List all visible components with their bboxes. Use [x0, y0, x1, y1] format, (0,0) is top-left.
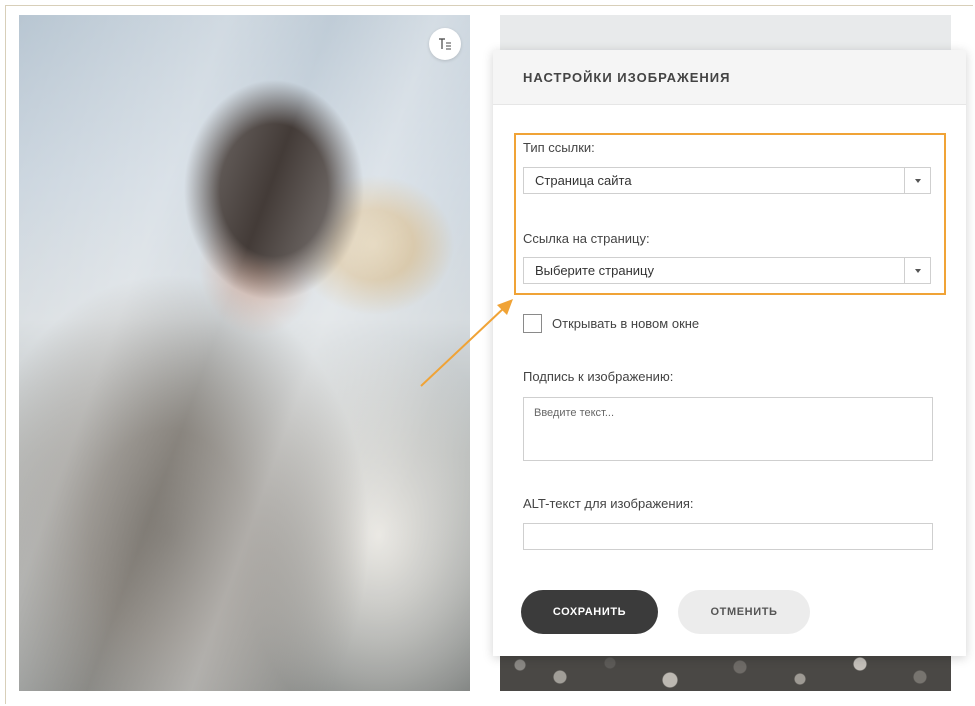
arrow-icon [420, 299, 513, 387]
caption-label: Подпись к изображению: [523, 369, 674, 384]
caption-textarea[interactable]: Введите текст... [523, 397, 933, 461]
text-settings-icon [439, 38, 451, 50]
image-settings-toggle[interactable] [429, 28, 461, 60]
new-window-checkbox[interactable] [523, 314, 542, 333]
alt-text-input[interactable] [523, 523, 933, 550]
new-window-label: Открывать в новом окне [552, 316, 700, 331]
photo-veil-overlay [19, 15, 470, 691]
caption-placeholder: Введите текст... [534, 407, 615, 419]
cancel-button[interactable]: ОТМЕНИТЬ [678, 590, 810, 634]
panel-title: НАСТРОЙКИ ИЗОБРАЖЕНИЯ [493, 50, 966, 105]
alt-text-label: ALT-текст для изображения: [523, 496, 694, 511]
wedding-photo[interactable] [19, 15, 470, 691]
secondary-image-bottom [500, 655, 951, 691]
highlight-box [514, 133, 946, 295]
save-button[interactable]: СОХРАНИТЬ [521, 590, 658, 634]
